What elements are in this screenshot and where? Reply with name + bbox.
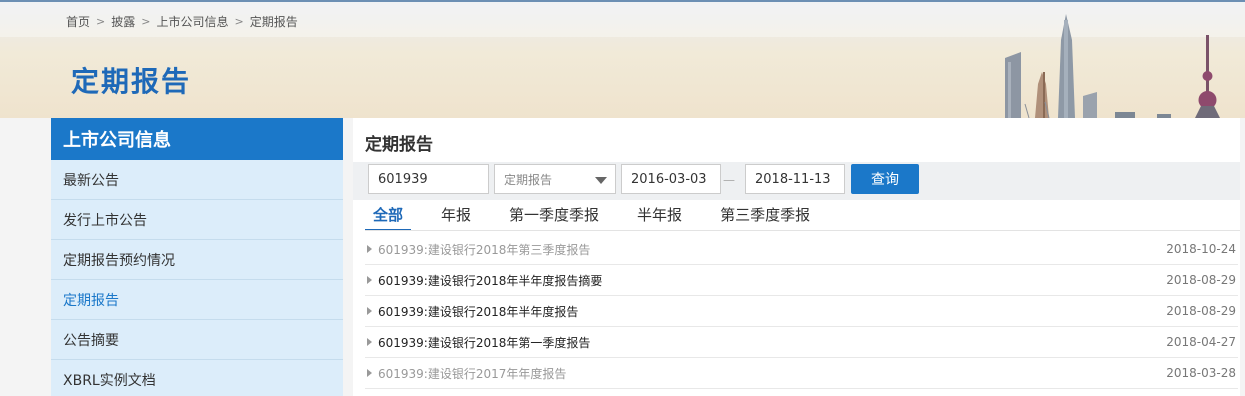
list-item-left: 601939:建设银行2018年半年度报告摘要 [365, 272, 602, 289]
triangle-right-icon [367, 276, 372, 284]
sidebar: 上市公司信息 最新公告 发行上市公告 定期报告预约情况 定期报告 公告摘要 XB… [51, 118, 343, 396]
list-item[interactable]: 601939:建设银行2018年半年度报告摘要 2018-08-29 [365, 265, 1238, 296]
list-item[interactable]: 601939:建设银行2018年第一季度报告 2018-04-27 [365, 327, 1238, 358]
stock-code-input[interactable]: 601939 [368, 164, 489, 194]
section-title: 定期报告 [365, 135, 433, 155]
list-item-left: 601939:建设银行2018年第一季度报告 [365, 334, 590, 351]
list-item-left: 601939:建设银行2017年年度报告 [365, 365, 566, 382]
sidebar-item-label: 定期报告 [63, 292, 119, 309]
report-list: 601939:建设银行2018年第三季度报告 2018-10-24 601939… [365, 234, 1238, 389]
page-title: 定期报告 [71, 65, 192, 98]
chevron-right-icon: > [234, 15, 244, 28]
tab-q3[interactable]: 第三季度季报 [712, 204, 818, 231]
triangle-right-icon [367, 245, 372, 253]
report-title[interactable]: 601939:建设银行2018年半年度报告 [378, 303, 578, 320]
search-bar: 601939 定期报告 2016-03-03 — 2018-11-13 查询 [353, 162, 1240, 200]
main-panel: 定期报告 601939 定期报告 2016-03-03 — 2018-11-13… [353, 118, 1240, 396]
tab-annual[interactable]: 年报 [433, 204, 479, 231]
query-button[interactable]: 查询 [851, 164, 919, 194]
list-item[interactable]: 601939:建设银行2018年第三季度报告 2018-10-24 [365, 234, 1238, 265]
report-type-value: 定期报告 [504, 172, 553, 187]
list-item[interactable]: 601939:建设银行2018年半年度报告 2018-08-29 [365, 296, 1238, 327]
report-date: 2018-08-29 [1166, 273, 1236, 287]
report-title[interactable]: 601939:建设银行2018年第一季度报告 [378, 334, 590, 351]
date-separator: — [723, 173, 735, 187]
breadcrumb-current: 定期报告 [249, 15, 298, 29]
breadcrumb-company-info[interactable]: 上市公司信息 [156, 13, 228, 30]
sidebar-header: 上市公司信息 [51, 118, 343, 160]
sidebar-item-label: XBRL实例文档 [63, 372, 156, 389]
sidebar-item-label: 公告摘要 [63, 332, 119, 349]
caret-down-icon [595, 177, 607, 184]
list-item-left: 601939:建设银行2018年半年度报告 [365, 303, 578, 320]
report-title[interactable]: 601939:建设银行2018年第三季度报告 [378, 241, 590, 258]
sidebar-item-ipo-announcements[interactable]: 发行上市公告 [51, 200, 343, 240]
report-title[interactable]: 601939:建设银行2017年年度报告 [378, 365, 566, 382]
report-date: 2018-10-24 [1166, 242, 1236, 256]
sidebar-item-report-schedule[interactable]: 定期报告预约情况 [51, 240, 343, 280]
tab-all[interactable]: 全部 [365, 204, 412, 231]
chevron-right-icon: > [96, 15, 106, 28]
end-date-input[interactable]: 2018-11-13 [745, 164, 845, 194]
triangle-right-icon [367, 338, 372, 346]
breadcrumb-home[interactable]: 首页 [66, 13, 90, 30]
sidebar-item-xbrl-documents[interactable]: XBRL实例文档 [51, 360, 343, 396]
sidebar-item-label: 最新公告 [63, 172, 119, 189]
breadcrumb: 首页 > 披露 > 上市公司信息 > 定期报告 [66, 13, 298, 30]
banner: 首页 > 披露 > 上市公司信息 > 定期报告 定期报告 [0, 0, 1245, 118]
chevron-right-icon: > [141, 15, 151, 28]
list-item-left: 601939:建设银行2018年第三季度报告 [365, 241, 590, 258]
sidebar-item-periodic-reports[interactable]: 定期报告 [51, 280, 343, 320]
breadcrumb-disclosure[interactable]: 披露 [111, 13, 135, 30]
tabs-divider [365, 230, 1240, 231]
sidebar-item-announcement-summary[interactable]: 公告摘要 [51, 320, 343, 360]
sidebar-item-label: 发行上市公告 [63, 212, 147, 229]
report-title[interactable]: 601939:建设银行2018年半年度报告摘要 [378, 272, 602, 289]
report-type-select[interactable]: 定期报告 [494, 164, 616, 194]
list-item[interactable]: 601939:建设银行2017年年度报告 2018-03-28 [365, 358, 1238, 389]
report-tabs: 全部 年报 第一季度季报 半年报 第三季度季报 [365, 204, 840, 232]
start-date-input[interactable]: 2016-03-03 [621, 164, 721, 194]
tab-half-year[interactable]: 半年报 [629, 204, 690, 231]
skyline-illustration [1005, 14, 1220, 118]
tab-q1[interactable]: 第一季度季报 [501, 204, 607, 231]
triangle-right-icon [367, 307, 372, 315]
report-date: 2018-04-27 [1166, 335, 1236, 349]
report-date: 2018-08-29 [1166, 304, 1236, 318]
sidebar-item-latest-announcements[interactable]: 最新公告 [51, 160, 343, 200]
report-date: 2018-03-28 [1166, 366, 1236, 380]
sidebar-item-label: 定期报告预约情况 [63, 252, 175, 269]
triangle-right-icon [367, 369, 372, 377]
